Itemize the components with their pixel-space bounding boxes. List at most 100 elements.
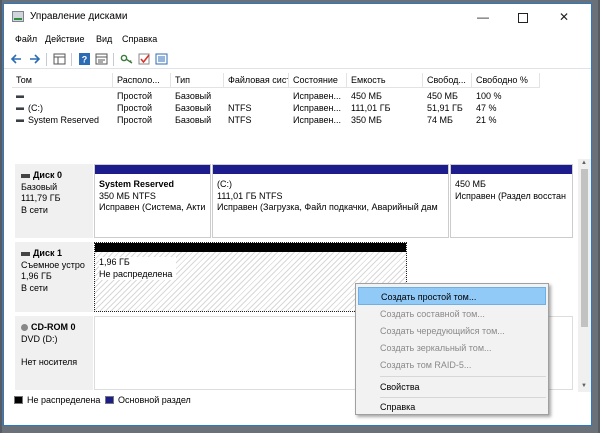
- partition-size: 1,96 ГБ: [99, 257, 130, 267]
- disk-management-window: Управление дисками — ✕ Файл Действие Вид…: [3, 3, 592, 426]
- partition-recovery[interactable]: 450 МБ Исправен (Раздел восстан: [450, 164, 573, 238]
- column-header-free[interactable]: Свобод...: [423, 73, 472, 88]
- free-percent-cell: 47 %: [476, 103, 497, 113]
- layout-cell: Простой: [117, 91, 153, 101]
- menu-item-create-mirrored-volume[interactable]: Создать зеркальный том...: [358, 339, 546, 357]
- free-percent-cell: 21 %: [476, 115, 497, 125]
- window-title: Управление дисками: [30, 11, 128, 22]
- vertical-scrollbar[interactable]: ▲ ▼: [578, 159, 591, 392]
- menu-item-help[interactable]: Справка: [358, 398, 546, 414]
- cdrom-0-drive: DVD (D:): [21, 333, 58, 344]
- legend-swatch-primary: [105, 396, 114, 404]
- list-view-icon[interactable]: [155, 53, 168, 65]
- title-bar[interactable]: Управление дисками — ✕: [4, 4, 591, 30]
- cdrom-0-status: Нет носителя: [21, 356, 78, 367]
- menu-action[interactable]: Действие: [45, 34, 85, 44]
- column-header-capacity[interactable]: Емкость: [347, 73, 423, 88]
- svg-text:?: ?: [82, 55, 88, 65]
- capacity-cell: 350 МБ: [351, 115, 382, 125]
- partition-size: 450 МБ: [455, 179, 486, 189]
- menu-help[interactable]: Справка: [122, 34, 157, 44]
- toolbar-separator: [71, 53, 72, 66]
- legend-swatch-unallocated: [14, 396, 23, 404]
- column-header-free-percent[interactable]: Свободно %: [472, 73, 540, 88]
- filesystem-cell: NTFS: [228, 115, 252, 125]
- primary-partition-bar: [213, 165, 448, 174]
- capacity-cell: 111,01 ГБ: [351, 103, 391, 113]
- menu-bar: Файл Действие Вид Справка: [4, 30, 591, 48]
- toolbar: ?: [4, 49, 591, 69]
- column-header-volume[interactable]: Том: [12, 73, 113, 88]
- back-icon[interactable]: [10, 53, 23, 65]
- partition-label: (C:): [217, 179, 232, 189]
- scroll-down-icon[interactable]: ▼: [581, 383, 587, 389]
- column-header-filesystem[interactable]: Файловая систе...: [224, 73, 289, 88]
- cdrom-0-blank: [21, 345, 93, 357]
- properties-icon[interactable]: [95, 53, 108, 65]
- partition-status: Исправен (Загрузка, Файл подкачки, Авари…: [217, 202, 438, 212]
- layout-cell: Простой: [117, 103, 153, 113]
- status-cell: Исправен...: [293, 103, 342, 113]
- filesystem-cell: NTFS: [228, 103, 252, 113]
- table-row[interactable]: (C:) Простой Базовый NTFS Исправен... 11…: [12, 103, 583, 115]
- free-cell: 51,91 ГБ: [427, 103, 463, 113]
- column-header-status[interactable]: Состояние: [289, 73, 347, 88]
- cdrom-icon: [21, 324, 28, 332]
- table-row[interactable]: System Reserved Простой Базовый NTFS Исп…: [12, 115, 583, 127]
- close-button[interactable]: ✕: [544, 4, 584, 30]
- minimize-button[interactable]: —: [463, 4, 503, 30]
- toolbar-separator: [113, 53, 114, 66]
- volume-icon: [16, 119, 24, 123]
- maximize-button[interactable]: [503, 4, 543, 30]
- key-icon[interactable]: [120, 53, 133, 65]
- disk-1-size: 1,96 ГБ: [21, 271, 52, 281]
- disk-icon: [21, 173, 30, 178]
- disk-0-size: 111,79 ГБ: [21, 193, 61, 203]
- layout-cell: Простой: [117, 115, 153, 125]
- status-cell: Исправен...: [293, 115, 342, 125]
- help-icon[interactable]: ?: [78, 53, 91, 65]
- partition-c-drive[interactable]: (C:) 111,01 ГБ NTFS Исправен (Загрузка, …: [212, 164, 449, 238]
- type-cell: Базовый: [175, 91, 212, 101]
- free-cell: 450 МБ: [427, 91, 458, 101]
- status-cell: Исправен...: [293, 91, 342, 101]
- volume-name-cell: [16, 91, 111, 101]
- type-cell: Базовый: [175, 115, 212, 125]
- menu-item-create-spanned-volume[interactable]: Создать составной том...: [358, 305, 546, 323]
- menu-item-create-striped-volume[interactable]: Создать чередующийся том...: [358, 322, 546, 340]
- grid-view-icon[interactable]: [53, 53, 66, 65]
- partition-status: Исправен (Раздел восстан: [455, 190, 566, 201]
- forward-icon[interactable]: [28, 53, 41, 65]
- volume-list: Том Располо... Тип Файловая систе... Сос…: [12, 73, 583, 153]
- type-cell: Базовый: [175, 103, 212, 113]
- disk-1-info[interactable]: Диск 1 Съемное устро 1,96 ГБ В сети: [15, 242, 93, 312]
- checkmark-icon[interactable]: [138, 53, 151, 65]
- scroll-thumb[interactable]: [581, 169, 588, 327]
- menu-item-create-raid5-volume[interactable]: Создать том RAID-5...: [358, 356, 546, 374]
- partition-system-reserved[interactable]: System Reserved 350 МБ NTFS Исправен (Си…: [94, 164, 211, 238]
- volume-name-cell: System Reserved: [16, 115, 111, 125]
- disk-management-app-icon: [12, 11, 24, 22]
- menu-item-properties[interactable]: Свойства: [358, 378, 546, 396]
- menu-view[interactable]: Вид: [96, 34, 112, 44]
- disk-0-info[interactable]: Диск 0 Базовый 111,79 ГБ В сети: [15, 164, 93, 238]
- cdrom-0-info[interactable]: CD-ROM 0 DVD (D:) Нет носителя: [15, 316, 93, 390]
- free-percent-cell: 100 %: [476, 91, 502, 101]
- partition-size: 111,01 ГБ NTFS: [217, 190, 283, 201]
- partition-size: 350 МБ NTFS: [99, 190, 156, 201]
- primary-partition-bar: [451, 165, 572, 174]
- volume-icon: [16, 95, 24, 99]
- column-header-layout[interactable]: Располо...: [113, 73, 171, 88]
- legend-label-unallocated: Не распределена: [27, 395, 101, 405]
- toolbar-separator: [46, 53, 47, 66]
- column-header-type[interactable]: Тип: [171, 73, 224, 88]
- menu-file[interactable]: Файл: [15, 34, 37, 44]
- primary-partition-bar: [95, 165, 210, 174]
- volume-name-cell: (C:): [16, 103, 111, 113]
- menu-item-create-simple-volume[interactable]: Создать простой том...: [358, 287, 546, 305]
- legend-label-primary: Основной раздел: [118, 395, 191, 405]
- free-cell: 74 МБ: [427, 115, 453, 125]
- disk-1-type: Съемное устро: [21, 259, 85, 270]
- scroll-up-icon[interactable]: ▲: [581, 160, 587, 166]
- table-row[interactable]: Простой Базовый Исправен... 450 МБ 450 М…: [12, 91, 583, 103]
